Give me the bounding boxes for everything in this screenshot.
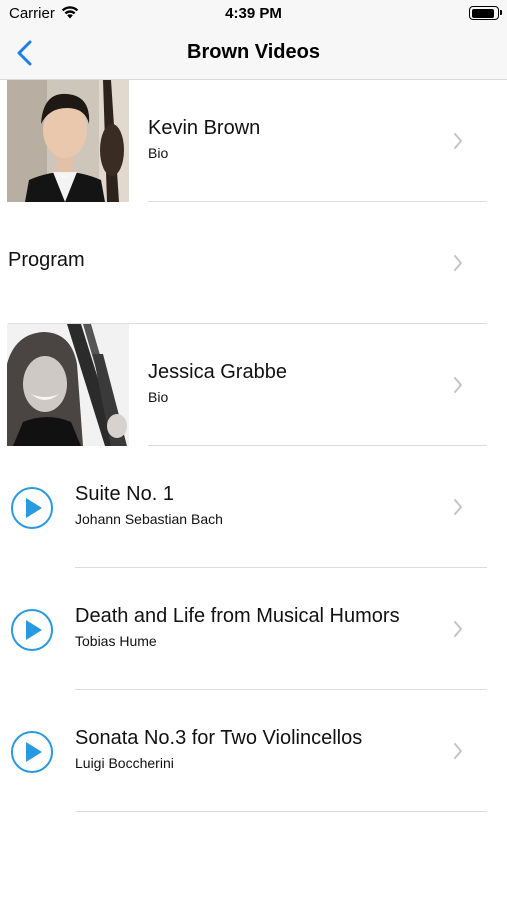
list-item-suite-no-1[interactable]: Suite No. 1 Johann Sebastian Bach	[0, 446, 507, 568]
chevron-right-icon	[454, 499, 462, 515]
row-subtitle: Bio	[148, 145, 169, 161]
row-title: Death and Life from Musical Humors	[75, 605, 400, 627]
page-title: Brown Videos	[187, 41, 320, 63]
separator	[75, 811, 487, 812]
chevron-right-icon	[454, 621, 462, 637]
row-title: Sonata No.3 for Two Violincellos	[75, 727, 363, 749]
video-list: Kevin Brown Bio Program Jessica Grabbe B…	[0, 80, 507, 812]
chevron-right-icon	[454, 255, 462, 271]
chevron-right-icon	[454, 133, 462, 149]
clock: 4:39 PM	[225, 5, 282, 22]
list-item-jessica-grabbe[interactable]: Jessica Grabbe Bio	[0, 324, 507, 446]
play-icon[interactable]	[10, 608, 54, 652]
chevron-right-icon	[454, 743, 462, 759]
list-item-sonata-no-3[interactable]: Sonata No.3 for Two Violincellos Luigi B…	[0, 690, 507, 812]
list-item-kevin-brown[interactable]: Kevin Brown Bio	[0, 80, 507, 202]
kevin-brown-photo	[7, 80, 129, 202]
status-bar: Carrier 4:39 PM	[0, 0, 507, 28]
battery-level	[471, 8, 494, 18]
row-title: Kevin Brown	[148, 117, 261, 139]
row-subtitle: Luigi Boccherini	[75, 755, 174, 771]
play-icon[interactable]	[10, 730, 54, 774]
row-subtitle: Tobias Hume	[75, 633, 157, 649]
battery-icon	[469, 6, 502, 20]
row-subtitle: Johann Sebastian Bach	[75, 511, 223, 527]
play-icon[interactable]	[10, 486, 54, 530]
navigation-bar: Brown Videos	[0, 28, 507, 80]
list-item-program[interactable]: Program	[0, 202, 507, 324]
row-title: Suite No. 1	[75, 483, 174, 505]
row-title: Program	[8, 249, 85, 271]
row-title: Jessica Grabbe	[148, 361, 287, 383]
list-item-death-and-life[interactable]: Death and Life from Musical Humors Tobia…	[0, 568, 507, 690]
row-subtitle: Bio	[148, 389, 169, 405]
chevron-right-icon	[454, 377, 462, 393]
jessica-grabbe-photo	[7, 324, 129, 446]
